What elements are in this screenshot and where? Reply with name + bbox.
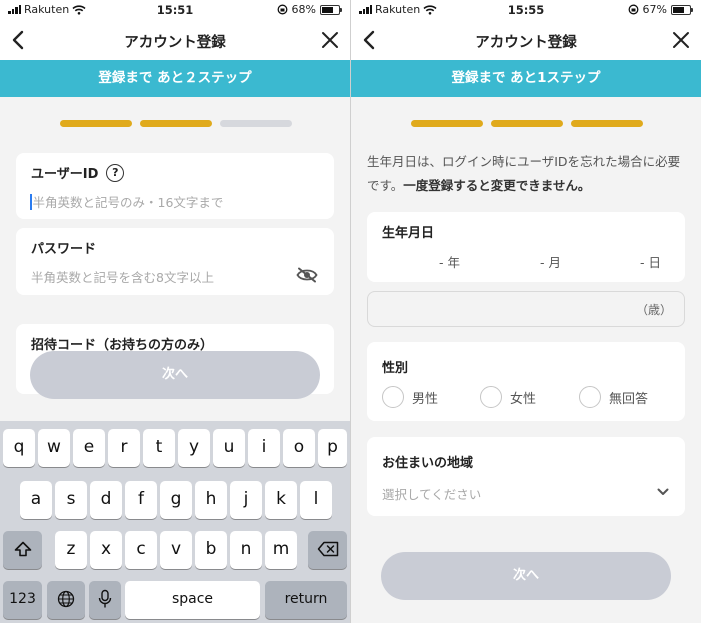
key-e[interactable]: e: [73, 429, 105, 467]
key-p[interactable]: p: [318, 429, 347, 467]
key-l[interactable]: l: [300, 481, 332, 519]
shift-key[interactable]: [3, 531, 42, 569]
key-m[interactable]: m: [265, 531, 297, 569]
progress-step-3: [571, 120, 643, 127]
key-z[interactable]: z: [55, 531, 87, 569]
text-cursor: [30, 193, 32, 210]
age-suffix: （歳）: [635, 303, 672, 317]
birthday-notice: 生年月日は、ログイン時にユーザIDを忘れた場合に必要です。一度登録すると変更でき…: [367, 150, 685, 198]
gender-option-label: 無回答: [609, 391, 649, 407]
key-g[interactable]: g: [160, 481, 192, 519]
gender-option-label: 男性: [412, 391, 439, 407]
key-q[interactable]: q: [3, 429, 35, 467]
nav-bar: アカウント登録: [351, 20, 701, 60]
progress-step-3: [220, 120, 292, 127]
eye-off-icon[interactable]: [296, 267, 318, 283]
key-y[interactable]: y: [178, 429, 210, 467]
gender-option-female[interactable]: 女性: [480, 386, 536, 408]
globe-icon: [57, 590, 75, 608]
key-f[interactable]: f: [125, 481, 157, 519]
progress-step-2: [491, 120, 563, 127]
gender-option-label: 女性: [510, 391, 537, 407]
close-icon[interactable]: [318, 28, 342, 52]
status-bar: Rakuten 15:55 67%: [351, 0, 701, 20]
key-o[interactable]: o: [283, 429, 315, 467]
battery-icon: [671, 4, 693, 15]
step-progress: [411, 120, 643, 127]
shift-arrow-icon: [14, 541, 31, 557]
gender-option-male[interactable]: 男性: [382, 386, 438, 408]
key-n[interactable]: n: [230, 531, 262, 569]
steps-remaining-banner: 登録まで あと２ステップ: [0, 60, 350, 97]
key-d[interactable]: d: [90, 481, 122, 519]
page-title: アカウント登録: [475, 35, 577, 51]
key-c[interactable]: c: [125, 531, 157, 569]
region-field[interactable]: お住まいの地域 選択してください: [367, 437, 685, 516]
key-i[interactable]: i: [248, 429, 280, 467]
birthday-field: 生年月日 - 年 - 月 - 日: [367, 212, 685, 282]
delete-key[interactable]: [308, 531, 347, 569]
rotation-lock-icon: [277, 4, 287, 15]
next-button[interactable]: 次へ: [30, 351, 320, 399]
region-label: お住まいの地域: [382, 456, 474, 471]
age-display: （歳）: [367, 291, 685, 327]
key-r[interactable]: r: [108, 429, 140, 467]
user-id-label: ユーザーID: [31, 167, 99, 182]
user-id-field[interactable]: ユーザーID ? 半角英数と記号のみ・16文字まで: [16, 153, 334, 219]
microphone-icon: [98, 589, 112, 608]
next-button[interactable]: 次へ: [381, 552, 671, 600]
key-a[interactable]: a: [20, 481, 52, 519]
birthday-label: 生年月日: [382, 226, 435, 241]
step-progress: [60, 120, 292, 127]
battery-percent: 67%: [642, 3, 667, 16]
numbers-key[interactable]: 123: [3, 581, 42, 619]
nav-bar: アカウント登録: [0, 20, 350, 60]
key-b[interactable]: b: [195, 531, 227, 569]
key-k[interactable]: k: [265, 481, 297, 519]
progress-step-2: [140, 120, 212, 127]
progress-step-1: [411, 120, 483, 127]
password-field[interactable]: パスワード 半角英数と記号を含む8文字以上: [16, 228, 334, 295]
key-x[interactable]: x: [90, 531, 122, 569]
gender-option-none[interactable]: 無回答: [579, 386, 648, 408]
battery-icon: [320, 4, 342, 15]
radio-circle-icon[interactable]: [480, 386, 502, 408]
dictation-key[interactable]: [89, 581, 121, 619]
key-j[interactable]: j: [230, 481, 262, 519]
space-key[interactable]: space: [125, 581, 260, 619]
page-title: アカウント登録: [124, 35, 226, 51]
user-id-input[interactable]: 半角英数と記号のみ・16文字まで: [33, 192, 224, 211]
steps-remaining-banner: 登録まで あと1ステップ: [351, 60, 701, 97]
globe-key[interactable]: [47, 581, 85, 619]
backspace-icon: [317, 541, 338, 557]
keyboard: q w e r t y u i o p a s d f g h j k l z …: [0, 421, 350, 623]
gender-label: 性別: [382, 361, 409, 376]
progress-step-1: [60, 120, 132, 127]
signup-step-profile-screen: Rakuten 15:55 67% アカウント登録 登録まで あと1ステップ 生…: [351, 0, 701, 623]
rotation-lock-icon: [628, 4, 638, 15]
chevron-down-icon[interactable]: [657, 488, 669, 496]
close-icon[interactable]: [669, 28, 693, 52]
return-key[interactable]: return: [265, 581, 347, 619]
key-w[interactable]: w: [38, 429, 70, 467]
key-v[interactable]: v: [160, 531, 192, 569]
password-label: パスワード: [31, 242, 97, 257]
region-select[interactable]: 選択してください: [382, 484, 481, 503]
signup-step-account-screen: Rakuten 15:51 68% アカウント登録 登録まで あと２ステップ ユ…: [0, 0, 350, 623]
password-input[interactable]: 半角英数と記号を含む8文字以上: [31, 267, 214, 286]
key-s[interactable]: s: [55, 481, 87, 519]
key-h[interactable]: h: [195, 481, 227, 519]
battery-percent: 68%: [291, 3, 316, 16]
birth-month-select[interactable]: - 月: [540, 252, 561, 271]
radio-circle-icon[interactable]: [579, 386, 601, 408]
birth-day-select[interactable]: - 日: [640, 252, 661, 271]
birth-year-select[interactable]: - 年: [439, 252, 460, 271]
status-bar: Rakuten 15:51 68%: [0, 0, 350, 20]
help-icon[interactable]: ?: [106, 163, 125, 182]
radio-circle-icon[interactable]: [382, 386, 404, 408]
birthday-notice-warning: 一度登録すると変更できません。: [403, 178, 591, 193]
key-u[interactable]: u: [213, 429, 245, 467]
key-t[interactable]: t: [143, 429, 175, 467]
gender-field: 性別 男性 女性 無回答: [367, 342, 685, 421]
